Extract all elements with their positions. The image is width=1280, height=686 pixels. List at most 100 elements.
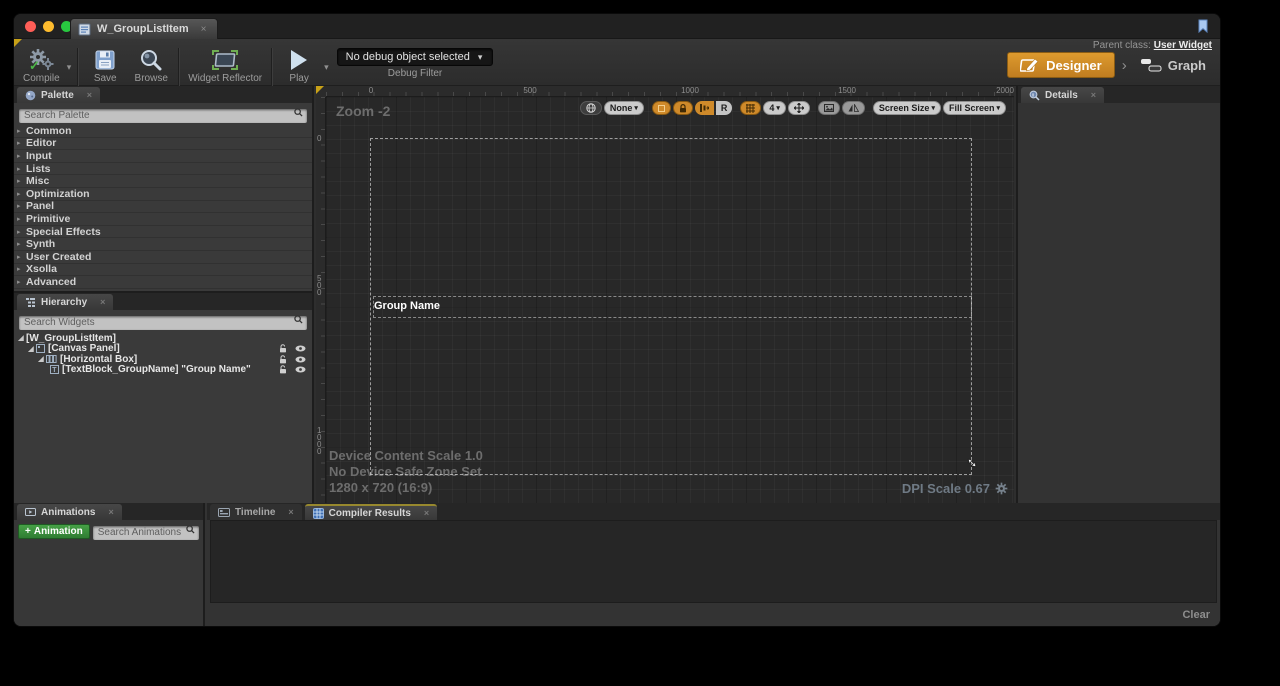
localization-preview-button[interactable] <box>580 101 602 115</box>
animations-tab[interactable]: Animations × <box>17 504 122 520</box>
palette-category-special-effects[interactable]: ▸Special Effects <box>14 226 312 239</box>
compiler-results-log[interactable] <box>210 520 1217 603</box>
expander-icon[interactable]: ▸ <box>17 127 26 135</box>
tree-row-canvas-panel[interactable]: ◢ [Canvas Panel] <box>14 344 312 355</box>
zoom-level-label: Zoom -2 <box>336 103 390 119</box>
animations-panel-header: Animations × <box>14 503 203 520</box>
close-icon[interactable]: × <box>288 507 293 517</box>
add-animation-label: Animation <box>34 526 83 537</box>
add-animation-button[interactable]: + Animation <box>18 524 90 539</box>
expander-icon[interactable]: ▸ <box>17 278 26 286</box>
visibility-eye-icon[interactable] <box>295 366 306 373</box>
horizontal-box-outline[interactable] <box>373 296 972 318</box>
graph-mode-button[interactable]: Graph <box>1134 53 1212 77</box>
titlebar: W_GroupListItem × <box>14 14 1220 39</box>
ruler-tick: 1500 <box>838 86 856 95</box>
close-icon[interactable]: × <box>1091 90 1096 100</box>
palette-search-input[interactable] <box>19 109 307 123</box>
bookmark-flag-icon[interactable] <box>1196 19 1210 34</box>
compile-button[interactable]: ✓ Compile <box>18 48 65 84</box>
visibility-eye-icon[interactable] <box>295 356 306 363</box>
hierarchy-tab[interactable]: Hierarchy × <box>17 294 113 310</box>
save-button[interactable]: Save <box>82 48 128 84</box>
clear-button[interactable]: Clear <box>1182 609 1210 621</box>
macos-minimize-button[interactable] <box>43 21 54 32</box>
grid-size-dropdown[interactable]: 4▾ <box>763 101 786 115</box>
designer-canvas[interactable]: 0 500 1000 1500 2000 0 500 1000 Zoom -2 <box>316 86 1014 503</box>
visibility-eye-icon[interactable] <box>295 345 306 352</box>
close-icon[interactable]: × <box>100 297 105 307</box>
fill-screen-dropdown[interactable]: Fill Screen▾ <box>943 101 1006 115</box>
svg-text:T: T <box>52 367 57 374</box>
palette-category-lists[interactable]: ▸Lists <box>14 163 312 176</box>
widget-reflector-button[interactable]: Widget Reflector <box>183 48 267 84</box>
expander-icon[interactable]: ▸ <box>17 202 26 210</box>
expander-icon[interactable]: ◢ <box>16 334 26 342</box>
palette-category-xsolla[interactable]: ▸Xsolla <box>14 264 312 277</box>
unlock-icon[interactable] <box>279 344 287 353</box>
palette-search <box>14 103 312 125</box>
search-icon <box>294 315 303 324</box>
play-options-caret-icon[interactable]: ▾ <box>324 62 329 73</box>
palette-category-primitive[interactable]: ▸Primitive <box>14 213 312 226</box>
outline-toggle-button[interactable] <box>652 101 671 115</box>
macos-close-button[interactable] <box>25 21 36 32</box>
details-tab[interactable]: i Details × <box>1021 87 1104 103</box>
expander-icon[interactable]: ▸ <box>17 152 26 160</box>
compiler-results-tab[interactable]: Compiler Results × <box>305 504 438 520</box>
preview-none-dropdown[interactable]: None▾ <box>604 101 644 115</box>
palette-category-editor[interactable]: ▸Editor <box>14 138 312 151</box>
palette-category-common[interactable]: ▸Common <box>14 125 312 138</box>
palette-category-panel[interactable]: ▸Panel <box>14 201 312 214</box>
palette-category-synth[interactable]: ▸Synth <box>14 238 312 251</box>
unlock-icon[interactable] <box>279 365 287 374</box>
ruler-tick: 2000 <box>996 86 1014 95</box>
unlock-icon[interactable] <box>279 355 287 364</box>
group-name-textblock[interactable]: Group Name <box>374 300 440 312</box>
designer-mode-button[interactable]: Designer <box>1007 52 1115 78</box>
screenshot-button[interactable] <box>818 101 840 115</box>
expander-icon[interactable]: ▸ <box>17 253 26 261</box>
asset-tab-close-icon[interactable]: × <box>201 24 207 35</box>
tree-row-horizontal-box[interactable]: ◢ [Horizontal Box] <box>14 354 312 365</box>
design-surface[interactable]: Zoom -2 None▾ R <box>326 97 1014 503</box>
expander-icon[interactable]: ▸ <box>17 190 26 198</box>
expander-icon[interactable]: ▸ <box>17 165 26 173</box>
tree-row-textblock[interactable]: T [TextBlock_GroupName] "Group Name" <box>14 365 312 376</box>
compile-options-caret-icon[interactable]: ▾ <box>67 62 72 73</box>
close-icon[interactable]: × <box>108 507 113 517</box>
parent-class-link[interactable]: User Widget <box>1154 40 1212 51</box>
tree-row-root[interactable]: ◢ [W_GroupListItem] <box>14 333 312 344</box>
timeline-tab[interactable]: Timeline × <box>210 504 302 520</box>
palette-category-misc[interactable]: ▸Misc <box>14 175 312 188</box>
asset-tab[interactable]: W_GroupListItem × <box>70 18 218 39</box>
save-label: Save <box>94 73 117 84</box>
dpi-settings-gear-icon[interactable] <box>995 482 1008 495</box>
palette-category-optimization[interactable]: ▸Optimization <box>14 188 312 201</box>
debug-object-dropdown[interactable]: No debug object selected ▾ <box>337 48 494 66</box>
expander-icon[interactable]: ◢ <box>26 345 36 353</box>
browse-button[interactable]: Browse <box>128 48 174 84</box>
hierarchy-search-input[interactable] <box>19 316 307 330</box>
expander-icon[interactable]: ▸ <box>17 177 26 185</box>
expander-icon[interactable]: ▸ <box>17 240 26 248</box>
expander-icon[interactable]: ▸ <box>17 265 26 273</box>
palette-category-advanced[interactable]: ▸Advanced <box>14 276 312 289</box>
palette-tab[interactable]: Palette × <box>17 87 100 103</box>
expander-icon[interactable]: ▸ <box>17 139 26 147</box>
flip-preview-button[interactable] <box>842 101 865 115</box>
respect-locks-toggle[interactable]: R <box>695 101 733 115</box>
play-button[interactable]: Play <box>276 48 322 84</box>
expander-icon[interactable]: ▸ <box>17 228 26 236</box>
close-icon[interactable]: × <box>87 90 92 100</box>
close-icon[interactable]: × <box>424 508 429 518</box>
transform-mode-button[interactable] <box>788 101 810 115</box>
screen-size-dropdown[interactable]: Screen Size▾ <box>873 101 941 115</box>
lock-widgets-button[interactable] <box>673 101 693 115</box>
expander-icon[interactable]: ◢ <box>36 355 46 363</box>
palette-category-user-created[interactable]: ▸User Created <box>14 251 312 264</box>
grid-snap-toggle-button[interactable] <box>740 101 761 115</box>
expander-icon[interactable]: ▸ <box>17 215 26 223</box>
animations-search-input[interactable] <box>93 526 199 540</box>
palette-category-input[interactable]: ▸Input <box>14 150 312 163</box>
